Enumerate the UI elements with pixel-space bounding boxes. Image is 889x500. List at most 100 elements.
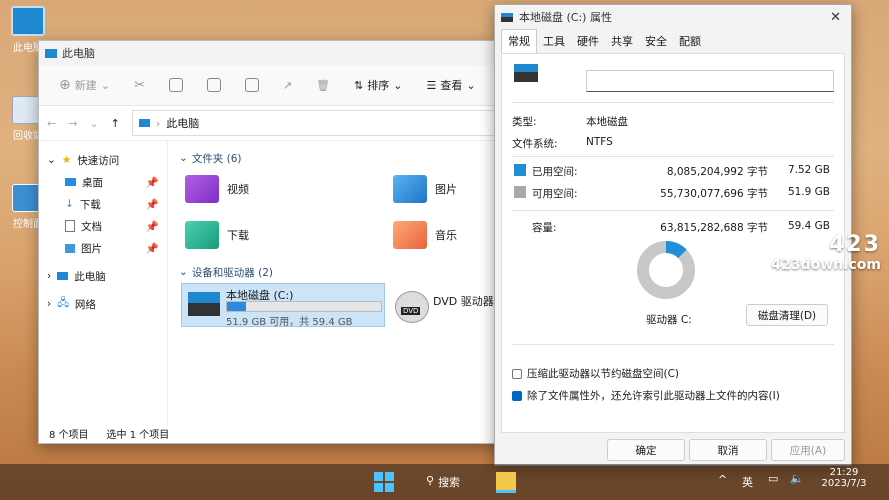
cut-button[interactable]: ✂ xyxy=(124,70,155,100)
free-gb: 51.9 GB xyxy=(787,186,830,198)
tab-quota[interactable]: 配额 xyxy=(673,33,707,53)
taskbar-search[interactable]: ⚲ 搜索 xyxy=(426,474,460,490)
nav-downloads[interactable]: ↓ 下载 📌 xyxy=(39,193,167,215)
monitor-icon xyxy=(138,119,150,127)
back-arrow-icon[interactable]: ← xyxy=(47,117,56,130)
clock[interactable]: 21:29 2023/7/3 xyxy=(814,467,874,489)
used-label: 已用空间: xyxy=(532,166,578,178)
network-icon: 🖧 xyxy=(57,297,69,309)
nav-desktop[interactable]: 桌面 📌 xyxy=(39,171,167,193)
sort-button[interactable]: ⇅ 排序 ⌄ xyxy=(344,70,412,100)
cancel-button[interactable]: 取消 xyxy=(689,439,767,461)
apply-button[interactable]: 应用(A) xyxy=(771,439,845,461)
chevron-down-icon[interactable]: ⌄ xyxy=(89,117,98,130)
nav-thispc[interactable]: › 此电脑 xyxy=(39,265,167,287)
divider xyxy=(512,102,834,103)
index-label: 除了文件属性外，还允许索引此驱动器上文件的内容(I) xyxy=(527,390,780,402)
explorer-toolbar: ⊕ 新建 ⌄ ✂ ↗ 🗑 ⇅ 排序 ⌄ ☰ 查看 ⌄ xyxy=(39,65,499,106)
nav-pictures[interactable]: 图片 📌 xyxy=(39,237,167,259)
close-icon[interactable]: ✕ xyxy=(830,10,841,25)
chevron-down-icon: ⌄ xyxy=(47,154,56,166)
monitor-icon xyxy=(11,6,45,36)
capacity-bytes: 63,815,282,688 字节 xyxy=(660,222,768,234)
tray-chevron-icon[interactable]: ^ xyxy=(718,473,727,486)
forward-arrow-icon[interactable]: → xyxy=(68,117,77,130)
folder-downloads[interactable]: 下载 xyxy=(185,221,249,249)
volume-icon[interactable]: 🔈 xyxy=(790,472,804,485)
nav-label: 桌面 xyxy=(82,176,103,189)
document-icon xyxy=(65,220,75,232)
drives-section-header[interactable]: ⌄ 设备和驱动器 (2) xyxy=(171,261,273,283)
compress-option[interactable]: 压缩此驱动器以节约磁盘空间(C) xyxy=(512,366,679,381)
section-title: 文件夹 (6) xyxy=(191,152,242,165)
pin-icon: 📌 xyxy=(145,176,159,189)
delete-button[interactable]: 🗑 xyxy=(306,70,340,100)
drive-usage-bar xyxy=(226,301,382,312)
drive-dvd[interactable]: DVD DVD 驱动器 ( xyxy=(393,287,502,327)
tab-hardware[interactable]: 硬件 xyxy=(571,33,605,53)
folder-label: 音乐 xyxy=(435,229,457,242)
up-arrow-icon[interactable]: ↑ xyxy=(111,117,120,130)
address-bar[interactable]: › 此电脑 xyxy=(131,110,499,136)
search-label: 搜索 xyxy=(438,476,461,489)
windows-start-icon[interactable] xyxy=(374,472,394,492)
dialog-titlebar[interactable]: 本地磁盘 (C:) 属性 ✕ xyxy=(495,5,851,29)
tab-sharing[interactable]: 共享 xyxy=(605,33,639,53)
view-button[interactable]: ☰ 查看 ⌄ xyxy=(416,70,485,100)
dvd-icon-label: DVD xyxy=(401,307,421,315)
free-label: 可用空间: xyxy=(532,188,578,200)
search-icon: ⚲ xyxy=(426,474,435,487)
rename-button[interactable] xyxy=(235,70,269,100)
index-option[interactable]: 除了文件属性外，还允许索引此驱动器上文件的内容(I) xyxy=(512,388,780,403)
section-title: 设备和驱动器 (2) xyxy=(191,266,274,279)
nav-label: 图片 xyxy=(81,242,102,255)
folder-pictures[interactable]: 图片 xyxy=(393,175,457,203)
nav-label: 快速访问 xyxy=(77,154,120,167)
star-icon: ★ xyxy=(61,154,72,166)
drive-c[interactable]: 本地磁盘 (C:) 51.9 GB 可用，共 59.4 GB xyxy=(181,283,385,328)
watermark-site: 423down.com xyxy=(771,257,881,273)
ok-button[interactable]: 确定 xyxy=(607,439,685,461)
monitor-icon xyxy=(45,48,57,58)
downloads-folder-icon xyxy=(185,221,219,249)
folders-section-header[interactable]: ⌄ 文件夹 (6) xyxy=(171,147,499,169)
compress-checkbox[interactable] xyxy=(512,368,522,379)
folder-label: 视频 xyxy=(227,183,249,196)
explorer-titlebar[interactable]: 此电脑 xyxy=(39,41,499,65)
input-language[interactable]: 英 xyxy=(742,474,753,490)
drive-name-input[interactable] xyxy=(586,70,834,92)
drive-icon xyxy=(501,12,513,22)
share-button[interactable]: ↗ xyxy=(273,70,302,100)
clock-date: 2023/7/3 xyxy=(821,478,867,489)
rename-icon xyxy=(244,78,259,92)
nav-pane: ⌄ ★ 快速访问 桌面 📌 ↓ 下载 📌 文档 📌 图片 📌 › 此电脑 › 🖧 网络 xyxy=(39,141,168,426)
chevron-right-icon: › xyxy=(47,270,52,282)
index-checkbox[interactable] xyxy=(512,390,522,401)
folder-music[interactable]: 音乐 xyxy=(393,221,457,249)
pictures-folder-icon xyxy=(393,175,427,203)
item-count: 8 个项目 xyxy=(49,429,89,441)
tab-security[interactable]: 安全 xyxy=(639,33,673,53)
content-pane: ⌄ 文件夹 (6) 视频 图片 下载 音乐 ⌄ 设备和驱动器 (2) 本地磁盘 … xyxy=(171,141,502,426)
nav-documents[interactable]: 文档 📌 xyxy=(39,215,167,237)
paste-button[interactable] xyxy=(197,70,231,100)
nav-network[interactable]: › 🖧 网络 xyxy=(39,293,167,315)
new-button[interactable]: ⊕ 新建 ⌄ xyxy=(49,70,120,100)
disk-cleanup-button[interactable]: 磁盘清理(D) xyxy=(746,304,828,326)
nav-quick-access[interactable]: ⌄ ★ 快速访问 xyxy=(39,149,167,171)
copy-button[interactable] xyxy=(159,70,193,100)
watermark: 423 423down.com xyxy=(771,232,881,273)
drive-icon xyxy=(188,292,220,316)
divider xyxy=(512,210,834,211)
network-tray-icon[interactable]: ▭ xyxy=(768,472,778,485)
tab-tools[interactable]: 工具 xyxy=(537,33,571,53)
tab-general[interactable]: 常规 xyxy=(501,29,537,53)
window-title: 此电脑 xyxy=(62,47,95,60)
nav-label: 下载 xyxy=(79,198,101,211)
compress-label: 压缩此驱动器以节约磁盘空间(C) xyxy=(527,368,680,380)
explorer-taskbar-icon[interactable] xyxy=(496,472,516,493)
nav-label: 此电脑 xyxy=(74,270,106,283)
free-color-swatch xyxy=(514,186,526,198)
folder-videos[interactable]: 视频 xyxy=(185,175,249,203)
divider xyxy=(512,344,834,345)
